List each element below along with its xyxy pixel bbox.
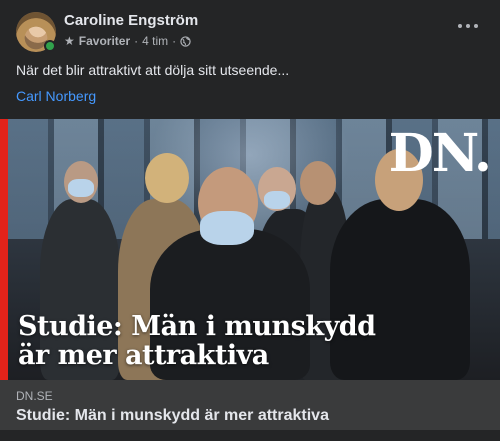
brand-accent-bar <box>0 119 8 380</box>
post-message: När det blir attraktivt att dölja sitt u… <box>16 62 290 78</box>
link-domain: DN.SE <box>16 389 53 403</box>
link-preview-footer[interactable]: DN.SE Studie: Män i munskydd är mer attr… <box>0 380 500 430</box>
feed-post: Caroline Engström ★ Favoriter · 4 tim · … <box>0 0 500 441</box>
link-title[interactable]: Studie: Män i munskydd är mer attraktiva <box>16 407 329 425</box>
post-meta: ★ Favoriter · 4 tim · <box>64 34 191 48</box>
globe-icon <box>180 35 191 47</box>
tagged-person-link[interactable]: Carl Norberg <box>16 88 96 104</box>
meta-separator-2: · <box>172 34 177 48</box>
author-name[interactable]: Caroline Engström <box>64 12 198 29</box>
meta-separator: · <box>134 34 139 48</box>
audience-label[interactable]: Favoriter <box>79 34 130 48</box>
timestamp[interactable]: 4 tim <box>142 34 168 48</box>
dn-logo: DN. <box>388 123 492 184</box>
online-status-dot <box>44 40 56 52</box>
link-preview-image[interactable]: DN. Studie: Män i munskydd är mer attrak… <box>0 119 500 380</box>
more-options-icon[interactable] <box>458 22 478 30</box>
star-icon: ★ <box>64 34 75 48</box>
image-headline: Studie: Män i munskydd är mer attraktiva <box>18 311 376 371</box>
